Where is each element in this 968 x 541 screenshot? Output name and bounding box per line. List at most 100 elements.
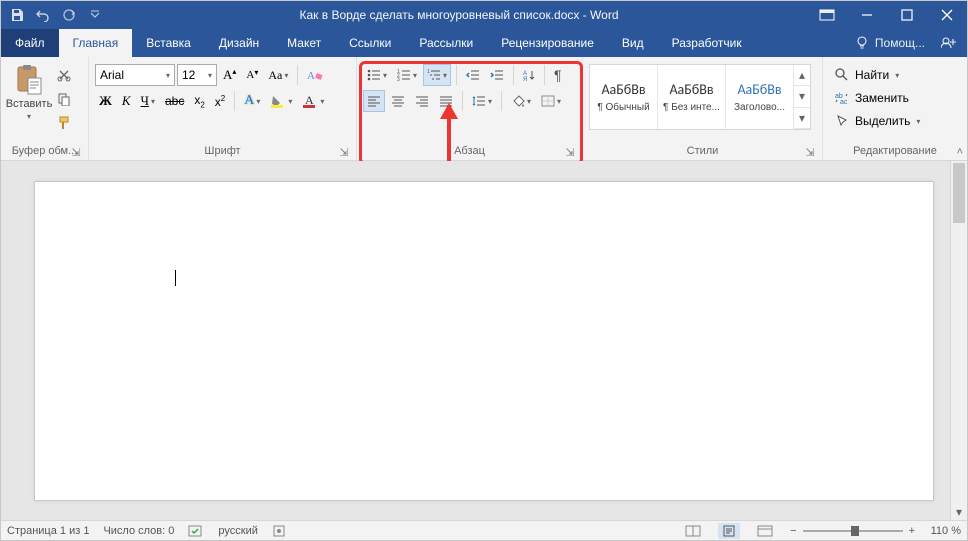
quick-access-toolbar	[1, 5, 111, 25]
find-button[interactable]: Найти▾	[831, 64, 903, 86]
bullet-list-button[interactable]: ▾	[363, 64, 391, 86]
font-name-selector[interactable]: Arial▾	[95, 64, 175, 86]
multilevel-list-button[interactable]: 1▾	[423, 64, 451, 86]
line-spacing-button[interactable]: ▾	[468, 90, 496, 112]
font-size-selector[interactable]: 12▾	[177, 64, 217, 86]
group-editing: Найти▾ abac Заменить Выделить▾ Редактиро…	[823, 57, 967, 160]
bold-button[interactable]: Ж	[95, 90, 116, 112]
status-word-count[interactable]: Число слов: 0	[103, 525, 174, 537]
borders-button[interactable]: ▾	[537, 90, 565, 112]
highlight-button[interactable]: ▾	[266, 90, 296, 112]
zoom-in-button[interactable]: +	[909, 525, 915, 537]
svg-text:ac: ac	[840, 99, 848, 105]
numbered-list-button[interactable]: 123▾	[393, 64, 421, 86]
justify-button[interactable]	[435, 90, 457, 112]
styles-expand-icon[interactable]: ▾	[794, 108, 810, 129]
scroll-down-icon[interactable]: ▾	[951, 503, 967, 520]
view-print-layout-icon[interactable]	[718, 523, 740, 539]
superscript-button[interactable]: x2	[211, 90, 229, 112]
share-button[interactable]	[941, 36, 957, 50]
font-color-icon: A	[302, 94, 318, 108]
select-button[interactable]: Выделить▾	[831, 110, 924, 132]
subscript-button[interactable]: x2	[190, 90, 208, 112]
vertical-scrollbar[interactable]: ▴ ▾	[950, 161, 967, 520]
change-case-button[interactable]: Aa▾	[264, 64, 292, 86]
tell-me-search[interactable]: Помощ...	[855, 36, 925, 50]
align-center-icon	[391, 95, 405, 107]
italic-button[interactable]: К	[118, 90, 135, 112]
underline-button[interactable]: Ч▾	[137, 90, 159, 112]
decrease-indent-button[interactable]	[462, 64, 484, 86]
copy-button[interactable]	[53, 88, 75, 110]
scroll-thumb[interactable]	[953, 163, 965, 223]
grow-font-button[interactable]: A▴	[219, 64, 240, 86]
align-right-button[interactable]	[411, 90, 433, 112]
tab-review[interactable]: Рецензирование	[487, 29, 608, 57]
redo-icon[interactable]	[59, 5, 79, 25]
show-marks-button[interactable]: ¶	[550, 64, 566, 86]
tab-insert[interactable]: Вставка	[132, 29, 205, 57]
zoom-track[interactable]	[803, 530, 903, 532]
font-launcher-icon[interactable]: ⇲	[338, 146, 350, 158]
style-heading1[interactable]: АаБбВв Заголово...	[726, 65, 794, 129]
document-page[interactable]	[34, 181, 934, 501]
tab-layout[interactable]: Макет	[273, 29, 335, 57]
view-read-mode-icon[interactable]	[682, 523, 704, 539]
tab-mailings[interactable]: Рассылки	[405, 29, 487, 57]
maximize-icon[interactable]	[887, 1, 927, 29]
collapse-ribbon-icon[interactable]: ˄	[957, 146, 963, 158]
group-paragraph-label: Абзац	[454, 145, 485, 157]
status-language[interactable]: русский	[218, 525, 257, 537]
sort-button[interactable]: АЯ	[519, 64, 539, 86]
text-cursor	[175, 270, 176, 286]
shrink-font-button[interactable]: A▾	[242, 64, 262, 86]
text-effects-button[interactable]: A▾	[240, 90, 264, 112]
ribbon: Вставить ▾ Буфер обм... ⇲ Arial▾ 12▾ A▴ …	[1, 57, 967, 161]
font-color-button[interactable]: A▾	[298, 90, 328, 112]
tab-view[interactable]: Вид	[608, 29, 658, 57]
tab-file[interactable]: Файл	[1, 29, 59, 57]
replace-button[interactable]: abac Заменить	[831, 87, 913, 109]
align-left-button[interactable]	[363, 90, 385, 112]
styles-scroll-down-icon[interactable]: ▾	[794, 86, 810, 107]
styles-launcher-icon[interactable]: ⇲	[804, 146, 816, 158]
status-macro-icon[interactable]	[272, 524, 286, 538]
paste-button[interactable]: Вставить ▾	[5, 60, 53, 121]
strikethrough-button[interactable]: abc	[161, 90, 188, 112]
highlighter-icon	[270, 94, 286, 108]
paragraph-launcher-icon[interactable]: ⇲	[564, 146, 576, 158]
qat-customize-icon[interactable]	[85, 5, 105, 25]
format-painter-button[interactable]	[53, 112, 75, 134]
multilevel-icon: 1	[427, 69, 441, 81]
window-controls	[847, 1, 967, 29]
close-icon[interactable]	[927, 1, 967, 29]
save-icon[interactable]	[7, 5, 27, 25]
svg-text:3: 3	[397, 77, 400, 81]
align-center-button[interactable]	[387, 90, 409, 112]
clipboard-paste-icon	[15, 64, 43, 96]
style-normal[interactable]: АаБбВв ¶ Обычный	[590, 65, 658, 129]
increase-indent-button[interactable]	[486, 64, 508, 86]
clipboard-launcher-icon[interactable]: ⇲	[70, 146, 82, 158]
tell-me-label: Помощ...	[875, 36, 925, 50]
view-web-layout-icon[interactable]	[754, 523, 776, 539]
tab-developer[interactable]: Разработчик	[658, 29, 756, 57]
style-no-spacing[interactable]: АаБбВв ¶ Без инте...	[658, 65, 726, 129]
status-bar: Страница 1 из 1 Число слов: 0 русский − …	[1, 520, 967, 540]
zoom-value[interactable]: 110 %	[921, 525, 961, 537]
status-spellcheck-icon[interactable]	[188, 524, 204, 538]
zoom-out-button[interactable]: −	[790, 525, 796, 537]
status-page[interactable]: Страница 1 из 1	[7, 525, 89, 537]
cut-button[interactable]	[53, 64, 75, 86]
shading-button[interactable]: ▾	[507, 90, 535, 112]
tab-design[interactable]: Дизайн	[205, 29, 273, 57]
undo-icon[interactable]	[33, 5, 53, 25]
clear-formatting-button[interactable]: A	[303, 64, 327, 86]
styles-scroll-up-icon[interactable]: ▴	[794, 65, 810, 86]
tab-references[interactable]: Ссылки	[335, 29, 405, 57]
svg-text:Я: Я	[523, 77, 527, 81]
zoom-thumb[interactable]	[851, 526, 859, 536]
tab-home[interactable]: Главная	[59, 29, 133, 57]
ribbon-display-options-icon[interactable]	[807, 1, 847, 29]
minimize-icon[interactable]	[847, 1, 887, 29]
